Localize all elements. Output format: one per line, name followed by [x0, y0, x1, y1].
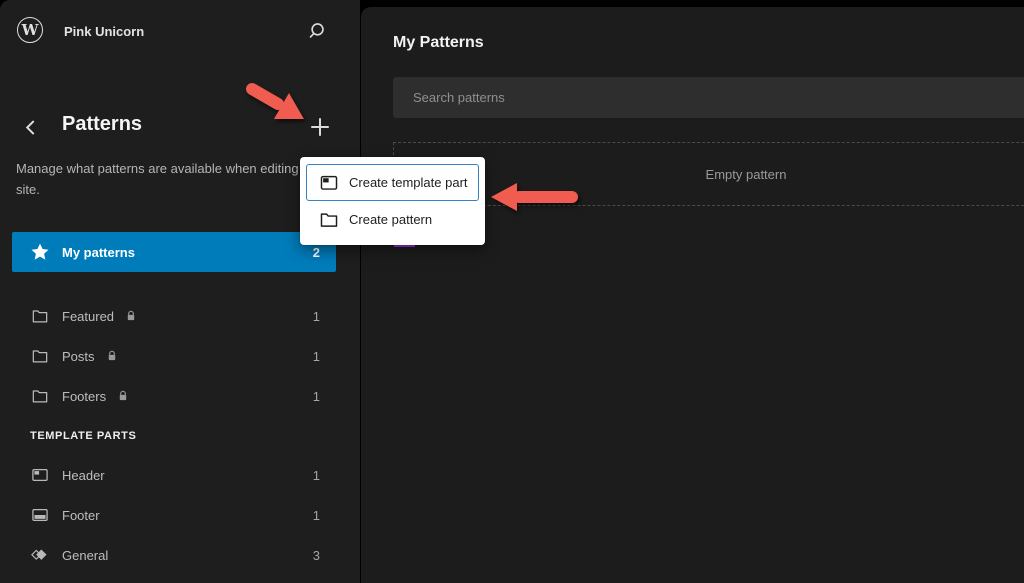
star-icon: [31, 243, 49, 260]
template-parts-heading: TEMPLATE PARTS: [30, 430, 137, 442]
footer-template-part-icon: [32, 508, 48, 522]
wordpress-logo-icon[interactable]: W: [17, 17, 43, 43]
item-count: 1: [312, 388, 320, 404]
sidebar-item-label: Header: [62, 467, 105, 483]
template-part-icon: [320, 175, 338, 190]
sidebar-item-footer[interactable]: Footer 1: [12, 495, 336, 535]
sidebar-item-featured[interactable]: Featured 1: [12, 296, 336, 336]
site-hub: W Pink Unicorn: [0, 0, 360, 60]
folder-icon: [320, 212, 338, 227]
item-count: 2: [312, 244, 320, 260]
search-icon[interactable]: [304, 18, 330, 44]
sidebar-item-label: My patterns: [62, 244, 135, 260]
add-new-pattern-button[interactable]: [306, 113, 334, 141]
menu-item-create-pattern[interactable]: Create pattern: [306, 201, 479, 238]
site-name: Pink Unicorn: [64, 24, 145, 39]
menu-item-label: Create pattern: [349, 212, 433, 227]
sidebar-item-label: Footer: [62, 507, 100, 523]
item-count: 1: [312, 308, 320, 324]
folder-icon: [32, 390, 48, 403]
page-title: My Patterns: [393, 34, 484, 51]
item-count: 3: [312, 547, 320, 563]
item-count: 1: [312, 348, 320, 364]
menu-item-create-template-part[interactable]: Create template part: [306, 164, 479, 201]
sidebar-item-label: Posts: [62, 348, 95, 364]
menu-item-label: Create template part: [349, 175, 468, 190]
sidebar-item-footers[interactable]: Footers 1: [12, 376, 336, 416]
folder-icon: [32, 310, 48, 323]
sidebar-item-label: Footers: [62, 388, 107, 404]
sidebar-description: Manage what patterns are available when …: [16, 161, 321, 198]
sidebar-title: Patterns: [62, 113, 143, 135]
sidebar-item-label: Featured: [62, 308, 115, 324]
patterns-sidebar: W Pink Unicorn Patterns Manage what patt…: [0, 0, 360, 583]
sidebar-item-posts[interactable]: Posts 1: [12, 336, 336, 376]
lock-icon: [119, 390, 127, 401]
empty-pattern-card[interactable]: Empty pattern: [393, 142, 1024, 206]
symbol-icon: [31, 549, 47, 560]
header-template-part-icon: [32, 468, 48, 482]
back-chevron-icon[interactable]: [18, 114, 44, 140]
sidebar-item-general[interactable]: General 3: [12, 535, 336, 575]
sidebar-item-my-patterns[interactable]: My patterns 2: [12, 232, 336, 272]
patterns-main-panel: My Patterns Empty pattern: [361, 7, 1024, 583]
sidebar-item-label: General: [62, 547, 109, 563]
empty-pattern-label: Empty pattern: [705, 166, 787, 182]
search-patterns-input[interactable]: [393, 77, 1024, 118]
patterns-nav: My patterns 2 Featured 1 Posts 1 Footers…: [12, 232, 336, 575]
lock-icon: [108, 350, 115, 361]
folder-icon: [32, 350, 48, 363]
add-new-dropdown-menu: Create template part Create pattern: [300, 157, 485, 245]
lock-icon: [127, 310, 135, 321]
item-count: 1: [312, 507, 320, 523]
sidebar-item-header[interactable]: Header 1: [12, 455, 336, 495]
item-count: 1: [312, 467, 320, 483]
